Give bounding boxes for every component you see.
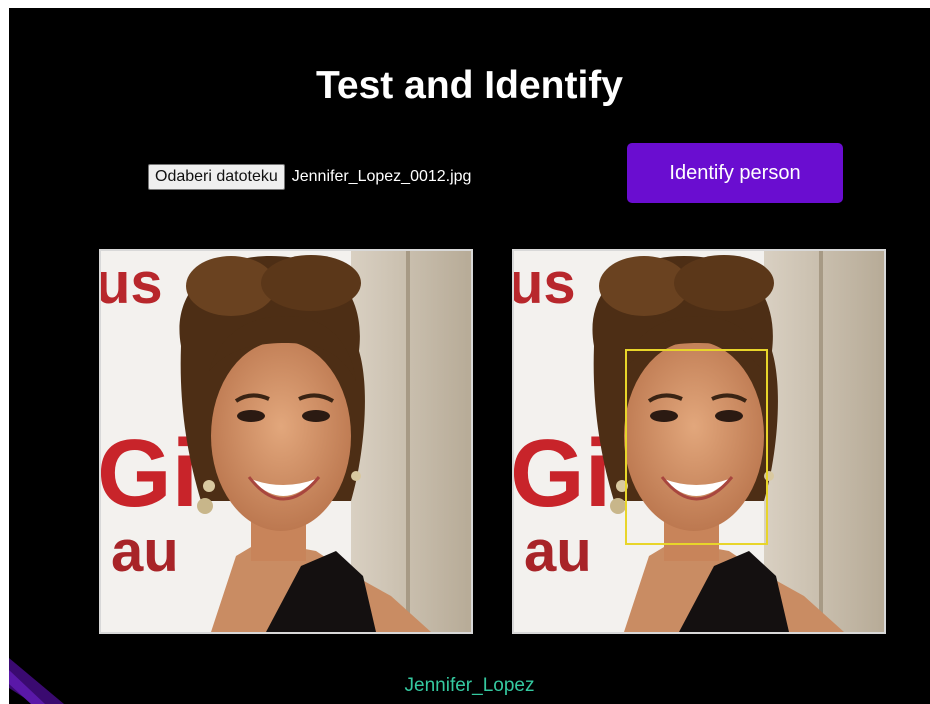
svg-text:au: au (111, 519, 179, 584)
identify-person-button[interactable]: Identify person (627, 143, 843, 203)
detected-face-photo: us Gi au (512, 249, 886, 634)
page-title: Test and Identify (316, 64, 623, 107)
svg-text:us: us (101, 251, 163, 316)
selected-file-name: Jennifer_Lopez_0012.jpg (291, 168, 472, 185)
choose-file-button[interactable]: Odaberi datoteku (148, 164, 285, 190)
face-bounding-box (625, 349, 768, 545)
svg-text:us: us (514, 251, 576, 316)
input-photo-image: us Gi au (101, 251, 471, 632)
svg-text:Gi: Gi (101, 420, 198, 527)
file-picker[interactable]: Odaberi datoteku Jennifer_Lopez_0012.jpg (148, 163, 471, 191)
page: Test and Identify Odaberi datoteku Jenni… (0, 0, 930, 704)
identified-person-name: Jennifer_Lopez (404, 675, 535, 696)
app-container: Test and Identify Odaberi datoteku Jenni… (9, 8, 930, 704)
svg-text:Gi: Gi (514, 420, 611, 527)
input-photo: us Gi au (99, 249, 473, 634)
svg-text:au: au (524, 519, 592, 584)
